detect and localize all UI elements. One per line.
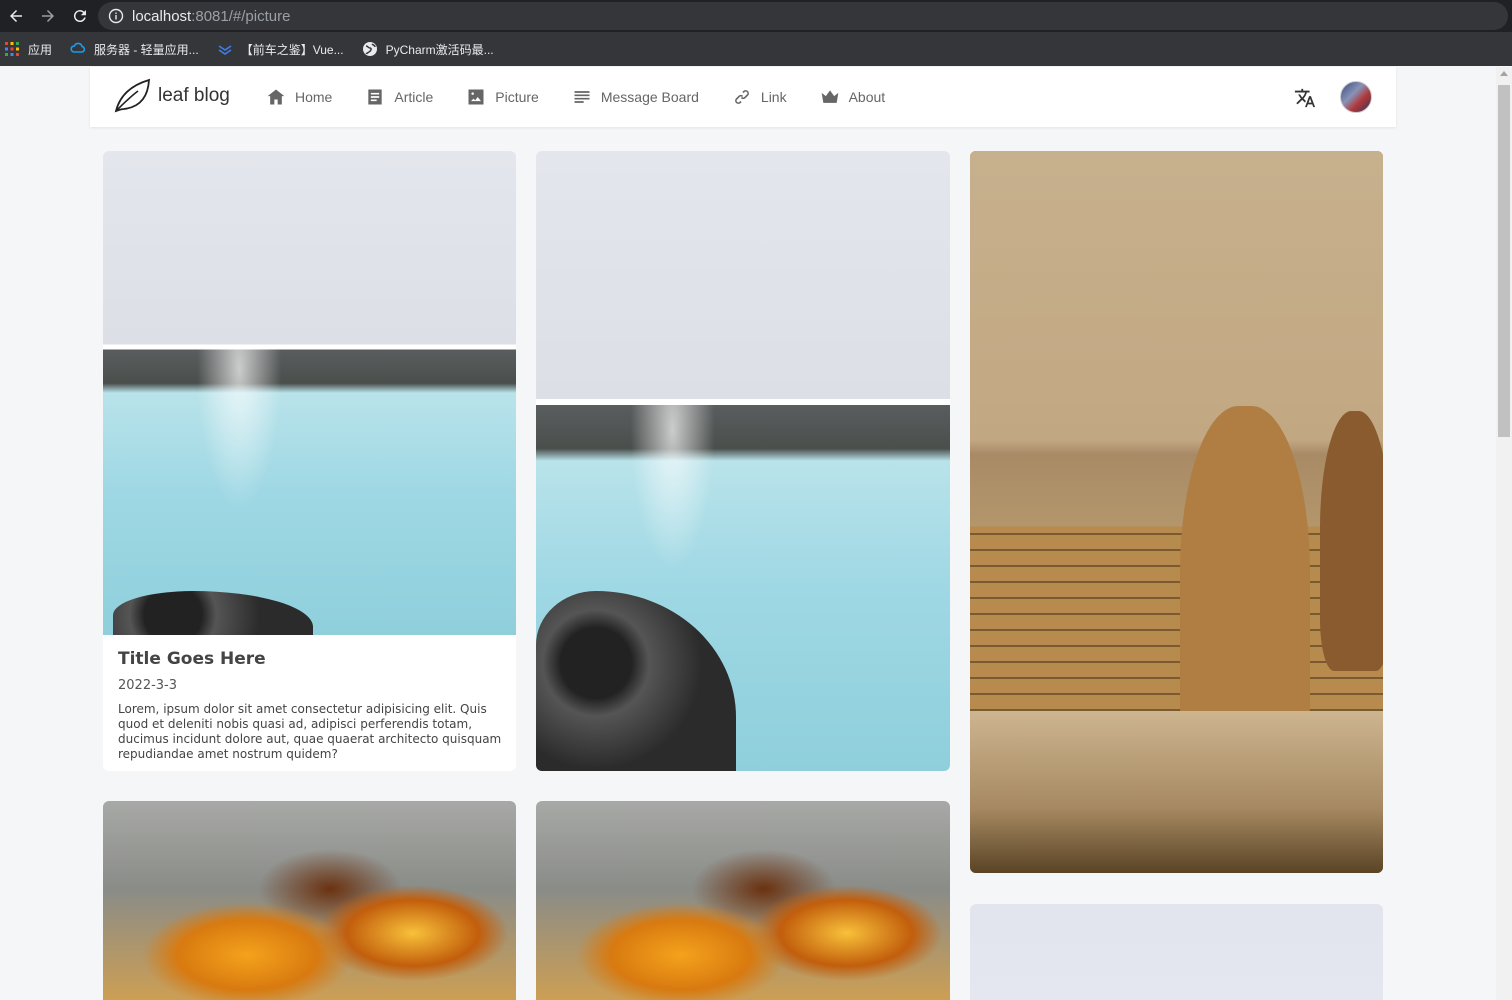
person-shape [1320,411,1383,671]
main-menu: Home Article Picture Message Board Link … [266,67,918,127]
bookmark-vue[interactable]: 【前车之鉴】Vue... [217,41,344,58]
ground-shape [970,711,1383,873]
scroll-up-arrow-icon[interactable] [1500,71,1508,76]
menu-item-message-board[interactable]: Message Board [572,87,699,107]
bookmark-apps[interactable]: 应用 [4,41,52,58]
menu-item-article[interactable]: Article [365,87,433,107]
globe-icon [362,42,377,56]
home-icon [267,89,285,105]
browser-toolbar: localhost:8081/#/picture [0,0,1512,32]
card-image-food [103,801,516,1000]
dev-site-icon [218,45,232,55]
translate-icon[interactable] [1294,87,1316,109]
card-image-food [536,801,950,1000]
menu-item-label: Article [394,89,434,105]
site-logo[interactable]: leaf blog [112,77,230,115]
arrow-right-icon [42,10,54,22]
menu-item-label: Picture [495,89,539,105]
picture-card[interactable] [536,801,950,1000]
menu-item-home[interactable]: Home [266,87,332,107]
bookmark-label: 应用 [28,42,53,57]
crown-icon [821,90,838,103]
message-board-icon [574,91,590,103]
picture-icon [468,89,484,105]
site-header: leaf blog Home Article Picture Message B… [90,67,1396,127]
card-image-lagoon [536,151,950,771]
logo-text: leaf blog [158,85,230,106]
card-image-lagoon [103,151,516,635]
picture-card[interactable] [970,151,1383,873]
url-host: localhost [132,7,192,25]
bookmark-label: 【前车之鉴】Vue... [240,42,344,57]
menu-item-label: About [848,89,886,105]
picture-card[interactable] [536,151,950,771]
leaf-logo-icon [114,78,150,113]
card-title[interactable]: Title Goes Here [118,649,502,669]
card-image-bench [970,151,1383,873]
picture-card[interactable] [103,801,516,1000]
rocks-shape [536,591,736,771]
rocks-shape [113,591,313,635]
card-body: Title Goes Here 2022-3-3 Lorem, ipsum do… [118,649,502,762]
back-button[interactable] [0,0,32,32]
card-image-sky [970,904,1383,1000]
url-path: :8081/#/picture [191,7,291,25]
bookmark-label: 服务器 - 轻量应用... [94,42,199,57]
article-icon [368,89,383,105]
picture-card[interactable]: Title Goes Here 2022-3-3 Lorem, ipsum do… [103,151,516,771]
menu-item-link[interactable]: Link [732,87,787,107]
page-scrollbar[interactable] [1496,67,1512,1000]
menu-item-about[interactable]: About [820,87,886,107]
card-description: Lorem, ipsum dolor sit amet consectetur … [118,702,502,761]
address-bar[interactable]: localhost:8081/#/picture [98,2,1508,30]
user-avatar[interactable] [1340,81,1372,113]
bookmark-pycharm[interactable]: PyCharm激活码最... [362,41,494,58]
reload-icon [73,10,86,23]
menu-item-label: Message Board [600,89,699,105]
bookmark-server[interactable]: 服务器 - 轻量应用... [70,41,199,58]
bookmark-label: PyCharm激活码最... [385,42,494,57]
url-text: localhost:8081/#/picture [132,8,290,25]
menu-item-picture[interactable]: Picture [466,87,539,107]
reload-button[interactable] [64,0,96,32]
card-date: 2022-3-3 [118,678,178,693]
apps-grid-icon [5,42,19,56]
menu-item-label: Home [295,89,333,105]
scrollbar-thumb[interactable] [1498,85,1510,437]
cloud-icon [70,42,86,53]
picture-card[interactable] [970,904,1383,1000]
link-icon [734,90,749,104]
forward-button[interactable] [32,0,64,32]
info-icon[interactable] [108,8,124,24]
arrow-left-icon [10,10,22,22]
menu-item-label: Link [760,89,787,105]
bookmarks-bar: 应用 服务器 - 轻量应用... 【前车之鉴】Vue... PyCharm激活码… [0,32,1512,66]
